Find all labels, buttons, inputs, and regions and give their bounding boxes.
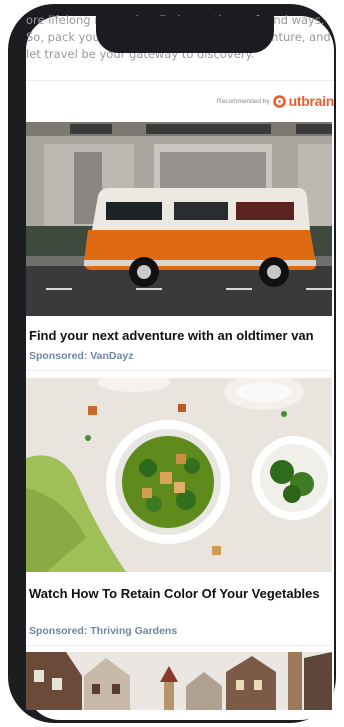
card-sponsor[interactable]: Sponsored: VanDayz bbox=[29, 350, 133, 362]
outbrain-logo-icon bbox=[272, 94, 286, 108]
phone-frame bbox=[8, 4, 336, 723]
divider bbox=[26, 645, 332, 646]
card-image-soup[interactable] bbox=[26, 378, 332, 572]
divider bbox=[26, 80, 334, 81]
outbrain-logo-text: utbrain bbox=[288, 93, 335, 109]
card-image-van[interactable] bbox=[26, 122, 332, 316]
divider bbox=[26, 370, 332, 371]
card-image-town[interactable] bbox=[26, 652, 332, 710]
card-title[interactable]: Watch How To Retain Color Of Your Vegeta… bbox=[29, 585, 329, 602]
outbrain-attribution[interactable]: Recommended by utbrain bbox=[217, 92, 334, 110]
recommended-by-label: Recommended by bbox=[216, 97, 270, 105]
phone-notch bbox=[96, 16, 274, 53]
card-sponsor[interactable]: Sponsored: Thriving Gardens bbox=[29, 625, 177, 637]
card-title[interactable]: Find your next adventure with an oldtime… bbox=[29, 327, 329, 344]
